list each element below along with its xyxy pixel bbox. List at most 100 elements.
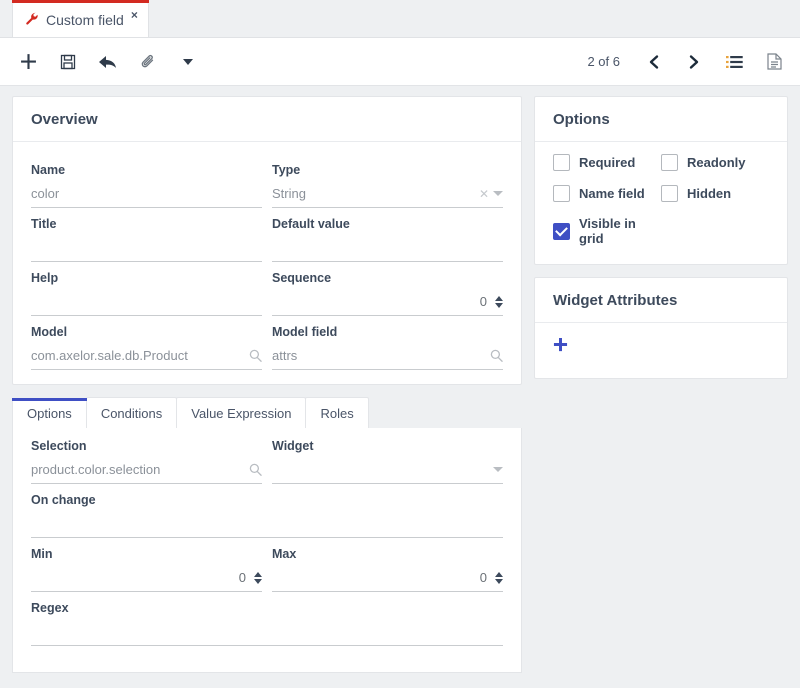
checkbox-hidden[interactable]: Hidden bbox=[661, 185, 769, 202]
checkbox-visible-in-grid[interactable]: Visible in grid bbox=[553, 216, 661, 246]
field-default-value-label: Default value bbox=[272, 217, 350, 231]
attachment-icon[interactable] bbox=[136, 50, 160, 74]
tab-roles-label: Roles bbox=[320, 406, 354, 421]
toolbar-left-group bbox=[16, 50, 200, 74]
field-title-input[interactable] bbox=[31, 234, 262, 262]
document-tab-label: Custom field bbox=[46, 12, 124, 28]
options-checkbox-row-1: Required Readonly bbox=[553, 154, 769, 171]
stepper-arrows-icon[interactable] bbox=[254, 571, 262, 584]
document-icon[interactable] bbox=[762, 50, 786, 74]
checkbox-required[interactable]: Required bbox=[553, 154, 661, 171]
field-default-value-input[interactable] bbox=[272, 234, 503, 262]
field-model: Model com.axelor.sale.db.Product bbox=[31, 316, 262, 370]
record-pager-text: 2 of 6 bbox=[587, 54, 620, 69]
field-model-field-value: attrs bbox=[272, 348, 298, 363]
detail-tabs-card: Options Conditions Value Expression Role… bbox=[12, 397, 522, 673]
overview-row-1: Name color Type String ✕ bbox=[31, 154, 503, 208]
chevron-down-icon[interactable] bbox=[493, 467, 503, 472]
search-icon[interactable] bbox=[249, 349, 262, 362]
field-help-input[interactable] bbox=[31, 288, 262, 316]
stepper-arrows-icon[interactable] bbox=[495, 571, 503, 584]
field-regex-input[interactable] bbox=[31, 618, 503, 646]
field-model-label: Model bbox=[31, 325, 68, 339]
overview-panel: Overview Name color Type String ✕ Title … bbox=[12, 96, 522, 385]
detail-row-3: Min 0 Max 0 bbox=[31, 538, 503, 592]
toolbar-right-group: 2 of 6 bbox=[587, 50, 786, 74]
checkbox-visible-in-grid-label: Visible in grid bbox=[579, 216, 636, 246]
checkbox-required-box[interactable] bbox=[553, 154, 570, 171]
previous-record-button[interactable] bbox=[642, 50, 666, 74]
checkbox-readonly-label: Readonly bbox=[687, 155, 746, 170]
add-widget-attribute-button[interactable] bbox=[553, 337, 568, 356]
overview-row-2: Title Default value bbox=[31, 208, 503, 262]
field-on-change: On change bbox=[31, 484, 503, 538]
search-icon[interactable] bbox=[249, 463, 262, 476]
detail-row-1: Selection product.color.selection Widget bbox=[31, 430, 503, 484]
field-type: Type String ✕ bbox=[272, 154, 503, 208]
detail-tab-panel: Selection product.color.selection Widget bbox=[12, 428, 522, 673]
field-widget-select[interactable] bbox=[272, 456, 503, 484]
overview-title: Overview bbox=[31, 111, 98, 128]
field-sequence: Sequence 0 bbox=[272, 262, 503, 316]
detail-tab-bar: Options Conditions Value Expression Role… bbox=[12, 397, 522, 429]
widget-attributes-panel: Widget Attributes bbox=[534, 277, 788, 379]
checkbox-hidden-box[interactable] bbox=[661, 185, 678, 202]
field-regex: Regex bbox=[31, 592, 503, 646]
field-selection-input[interactable]: product.color.selection bbox=[31, 456, 262, 484]
more-caret-icon[interactable] bbox=[176, 50, 200, 74]
field-model-input[interactable]: com.axelor.sale.db.Product bbox=[31, 342, 262, 370]
browser-tab-strip: Custom field × bbox=[0, 0, 800, 38]
field-type-select[interactable]: String ✕ bbox=[272, 180, 503, 208]
tab-conditions-label: Conditions bbox=[100, 406, 163, 421]
detail-row-4: Regex bbox=[31, 592, 503, 646]
search-icon[interactable] bbox=[490, 349, 503, 362]
checkbox-readonly-box[interactable] bbox=[661, 154, 678, 171]
field-max: Max 0 bbox=[272, 538, 503, 592]
tab-conditions[interactable]: Conditions bbox=[85, 397, 178, 428]
tab-value-expression-label: Value Expression bbox=[191, 406, 292, 421]
tab-value-expression[interactable]: Value Expression bbox=[176, 397, 307, 428]
field-model-field-input[interactable]: attrs bbox=[272, 342, 503, 370]
field-max-label: Max bbox=[272, 547, 297, 561]
main-toolbar: 2 of 6 bbox=[0, 38, 800, 86]
clear-icon[interactable]: ✕ bbox=[479, 188, 489, 200]
checkbox-visible-in-grid-box[interactable] bbox=[553, 222, 570, 240]
field-widget: Widget bbox=[272, 430, 503, 484]
field-help: Help bbox=[31, 262, 262, 316]
next-record-button[interactable] bbox=[682, 50, 706, 74]
save-icon[interactable] bbox=[56, 50, 80, 74]
field-min-label: Min bbox=[31, 547, 53, 561]
field-selection-value: product.color.selection bbox=[31, 462, 161, 477]
field-model-field-label: Model field bbox=[272, 325, 338, 339]
plus-icon[interactable] bbox=[16, 50, 40, 74]
checkbox-name-field-box[interactable] bbox=[553, 185, 570, 202]
field-on-change-input[interactable] bbox=[31, 510, 503, 538]
options-checkbox-grid: Required Readonly Name field Hidden Visi… bbox=[553, 154, 769, 250]
close-icon[interactable]: × bbox=[131, 9, 138, 21]
checkbox-name-field[interactable]: Name field bbox=[553, 185, 661, 202]
tab-roles[interactable]: Roles bbox=[305, 397, 369, 428]
field-min-stepper[interactable]: 0 bbox=[31, 564, 262, 592]
page-content: Overview Name color Type String ✕ Title … bbox=[0, 86, 800, 673]
checkbox-readonly[interactable]: Readonly bbox=[661, 154, 769, 171]
field-name-label: Name bbox=[31, 163, 66, 177]
list-icon[interactable] bbox=[722, 50, 746, 74]
tab-options[interactable]: Options bbox=[12, 398, 87, 428]
stepper-arrows-icon[interactable] bbox=[495, 295, 503, 308]
field-sequence-stepper[interactable]: 0 bbox=[272, 288, 503, 316]
field-max-stepper[interactable]: 0 bbox=[272, 564, 503, 592]
chevron-down-icon[interactable] bbox=[493, 191, 503, 196]
overview-body: Name color Type String ✕ Title Default v… bbox=[13, 142, 521, 384]
back-icon[interactable] bbox=[96, 50, 120, 74]
field-default-value: Default value bbox=[272, 208, 503, 262]
field-selection-label: Selection bbox=[31, 439, 87, 453]
document-tab-custom-field[interactable]: Custom field × bbox=[12, 0, 149, 37]
field-type-label: Type bbox=[272, 163, 301, 177]
field-name-input[interactable]: color bbox=[31, 180, 262, 208]
field-sequence-value: 0 bbox=[479, 294, 487, 309]
left-column: Overview Name color Type String ✕ Title … bbox=[12, 96, 522, 673]
options-header: Options bbox=[535, 97, 787, 142]
field-title-label: Title bbox=[31, 217, 57, 231]
wrench-icon bbox=[25, 12, 39, 28]
field-widget-label: Widget bbox=[272, 439, 314, 453]
